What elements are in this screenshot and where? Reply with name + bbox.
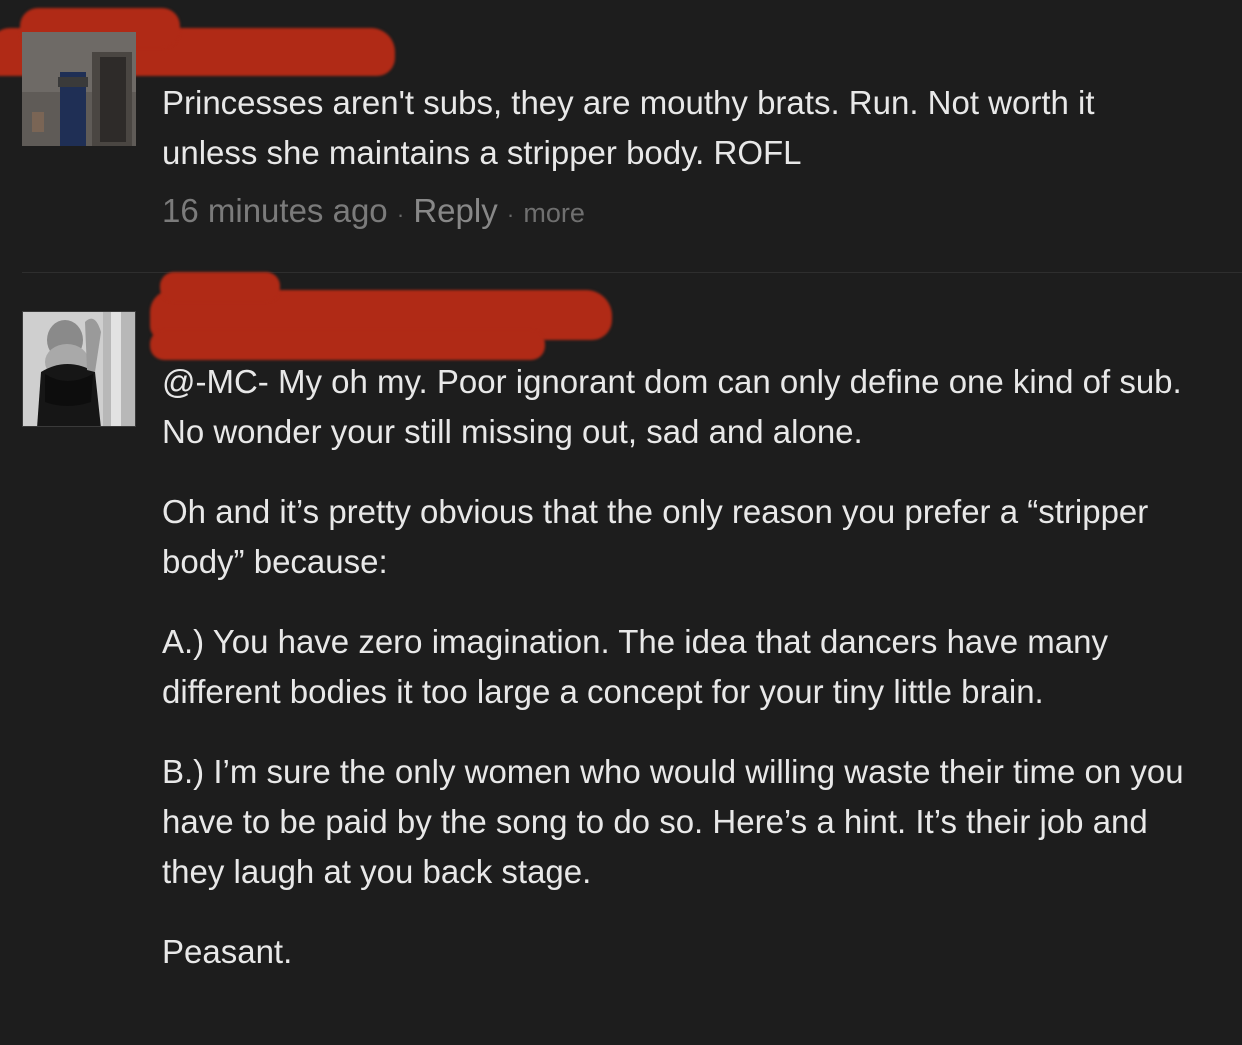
user-photo-icon	[22, 32, 136, 146]
comment-paragraph: @-MC- My oh my. Poor ignorant dom can on…	[162, 363, 1182, 450]
avatar[interactable]	[22, 32, 136, 146]
comment-paragraph: Oh and it’s pretty obvious that the only…	[162, 493, 1149, 580]
comment-text: @-MC- My oh my. Poor ignorant dom can on…	[162, 357, 1192, 1007]
redacted-username-mark	[160, 272, 280, 302]
avatar[interactable]	[22, 311, 136, 427]
reply-link[interactable]: Reply	[413, 192, 497, 229]
timestamp: 16 minutes ago	[162, 192, 388, 229]
redacted-username-mark	[150, 330, 545, 360]
comment-text: Princesses aren't subs, they are mouthy …	[162, 78, 1192, 208]
comment-paragraph: B.) I’m sure the only women who would wi…	[162, 753, 1184, 890]
comment-meta: 16 minutes ago · Reply · more	[162, 192, 585, 230]
separator: ·	[396, 202, 405, 227]
comment-paragraph: Peasant.	[162, 933, 293, 970]
comment-paragraph: Princesses aren't subs, they are mouthy …	[162, 84, 1095, 171]
comment-paragraph: A.) You have zero imagination. The idea …	[162, 623, 1108, 710]
more-link[interactable]: more	[523, 198, 585, 228]
separator: ·	[506, 202, 515, 227]
user-photo-icon	[23, 312, 135, 426]
